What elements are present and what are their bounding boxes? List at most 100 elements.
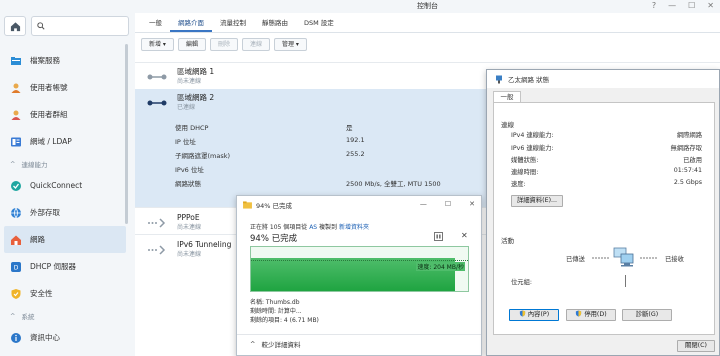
sidebar-item-user[interactable]: 使用者帳號 [4,74,126,101]
received-line [640,257,658,259]
network-adapter-icon [496,75,502,83]
sidebar-item-security[interactable]: 安全性 [4,280,126,307]
tab-bar: 一般 網路介面 流量控制 靜態路由 DSM 設定 [135,13,720,33]
minimize-icon[interactable]: — [420,200,427,208]
sidebar-item-label: QuickConnect [30,181,83,190]
dialog-body: 連線 IPv4 連線能力: 網際網路 IPv6 連線能力: 無網路存取 媒體狀態… [493,102,715,335]
maximize-icon[interactable]: ☐ [688,1,695,10]
cancel-copy-icon[interactable]: ✕ [461,231,468,240]
field-value: 無網路存取 [670,145,702,152]
sidebar-item-label: 安全性 [30,289,53,298]
maximize-icon[interactable]: ☐ [445,200,451,208]
sidebar-item-label: 檔案服務 [30,56,60,65]
tab-network-interface[interactable]: 網路介面 [170,13,212,32]
interface-name: IPv6 Tunneling [177,240,232,249]
field-label: 媒體狀態: [511,157,539,164]
divider [237,334,481,335]
uac-shield-icon [519,310,525,317]
description-text: 正在將 105 個項目從 [250,224,310,231]
destination-link[interactable]: 新增資料夾 [339,224,369,231]
close-button[interactable]: 關閉(C) [677,340,715,352]
domain-icon [10,136,22,148]
sidebar-item-label: DHCP 伺服器 [30,262,77,271]
user-icon [10,82,22,94]
help-icon[interactable]: ? [652,1,656,10]
pause-button[interactable] [434,232,443,241]
time-remaining: 剩餘時間: 計算中... [250,308,302,315]
lan-connected-icon [147,100,167,106]
sidebar: 檔案服務 使用者帳號 使用者群組 網域 / LDAP ^ 連線能力 QuickC… [0,0,135,356]
search-icon [37,22,45,30]
minimize-icon[interactable]: — [668,1,676,10]
detail-label: 子網路遮罩(mask) [175,152,231,160]
field-label: IPv4 連線能力: [511,132,554,139]
svg-text:D: D [14,264,19,271]
detail-value: 2500 Mb/s, 全雙工, MTU 1500 [346,180,441,188]
chevron-up-icon: ^ [10,159,16,168]
properties-button[interactable]: 內容(P) [509,309,559,321]
field-value: 2.5 Gbps [673,179,702,186]
sidebar-item-label: 網路 [30,235,45,244]
interface-name: 區域網路 2 [177,93,215,102]
sidebar-item-quickconnect[interactable]: QuickConnect [4,172,126,199]
window-controls: — ☐ ✕ [420,200,475,208]
create-button[interactable]: 新增 ▾ [141,37,174,51]
file-name: 名稱: Thumbs.db [250,299,300,306]
percent-complete: 94% 已完成 [250,234,298,244]
tab-general[interactable]: 一般 [141,13,170,32]
uac-shield-icon [576,310,582,317]
interface-status: 已連線 [177,104,196,111]
delete-button[interactable]: 刪除 [209,37,238,51]
tab-static-route[interactable]: 靜態路由 [254,13,296,32]
sidebar-item-domain-ldap[interactable]: 網域 / LDAP [4,128,126,155]
detail-label: IP 位址 [175,138,196,146]
sidebar-item-file-services[interactable]: 檔案服務 [4,47,126,74]
home-icon [10,21,20,31]
tab-dsm-settings[interactable]: DSM 設定 [296,13,342,32]
connect-button[interactable]: 連線 [241,37,270,51]
tab-traffic-control[interactable]: 流量控制 [212,13,254,32]
lan-disconnected-icon [147,74,167,80]
search-input[interactable] [31,16,129,36]
sidebar-item-label: 使用者群組 [30,110,68,119]
close-icon[interactable]: ✕ [707,1,714,10]
detail-label: 使用 DHCP [175,124,209,132]
disable-button[interactable]: 停用(D) [566,309,616,321]
tab-bar: 一般 [487,88,719,103]
less-details-toggle[interactable]: ^ 較少詳細資料 [250,339,300,349]
sent-line [592,257,610,259]
section-label: 連線能力 [21,160,48,169]
sidebar-item-label: 網域 / LDAP [30,137,72,146]
sidebar-item-group[interactable]: 使用者群組 [4,101,126,128]
computers-icon [613,247,634,267]
sidebar-item-info-center[interactable]: 資訊中心 [4,324,126,351]
sidebar-item-network[interactable]: 網路 [4,226,126,253]
sidebar-item-external-access[interactable]: 外部存取 [4,199,126,226]
sidebar-item-dhcp[interactable]: D DHCP 伺服器 [4,253,126,280]
close-icon[interactable]: ✕ [469,200,475,208]
button-label: 停用(D) [584,311,607,318]
copy-description: 正在將 105 個項目從 AS 複製到 新增資料夾 [250,222,369,231]
network-home-icon [10,234,22,246]
folder-icon [10,55,22,67]
details-button[interactable]: 詳細資料(E)... [511,195,563,207]
field-label: IPv6 連線能力: [511,145,554,152]
window-title: 控制台 [417,2,438,10]
section-system[interactable]: ^ 系統 [4,307,126,324]
detail-value: 192.1 [346,136,365,144]
tunnel-icon [148,245,166,255]
field-label: 連線時間: [511,169,539,176]
field-value: 已啟用 [683,157,702,164]
dialog-titlebar: 乙太網路 狀態 [487,70,719,88]
sent-label: 已傳送 [566,256,585,263]
speed-label: 速度: 204 MB/秒 [416,262,465,271]
field-value: 網際網路 [676,132,702,139]
source-link[interactable]: AS [309,224,317,231]
detail-value: 是 [346,124,353,132]
home-button[interactable] [4,16,26,36]
diagnose-button[interactable]: 診斷(G) [622,309,672,321]
info-icon [10,332,22,344]
manage-button[interactable]: 管理 ▾ [273,37,307,51]
edit-button[interactable]: 編輯 [177,37,206,51]
section-connectivity[interactable]: ^ 連線能力 [4,155,126,172]
